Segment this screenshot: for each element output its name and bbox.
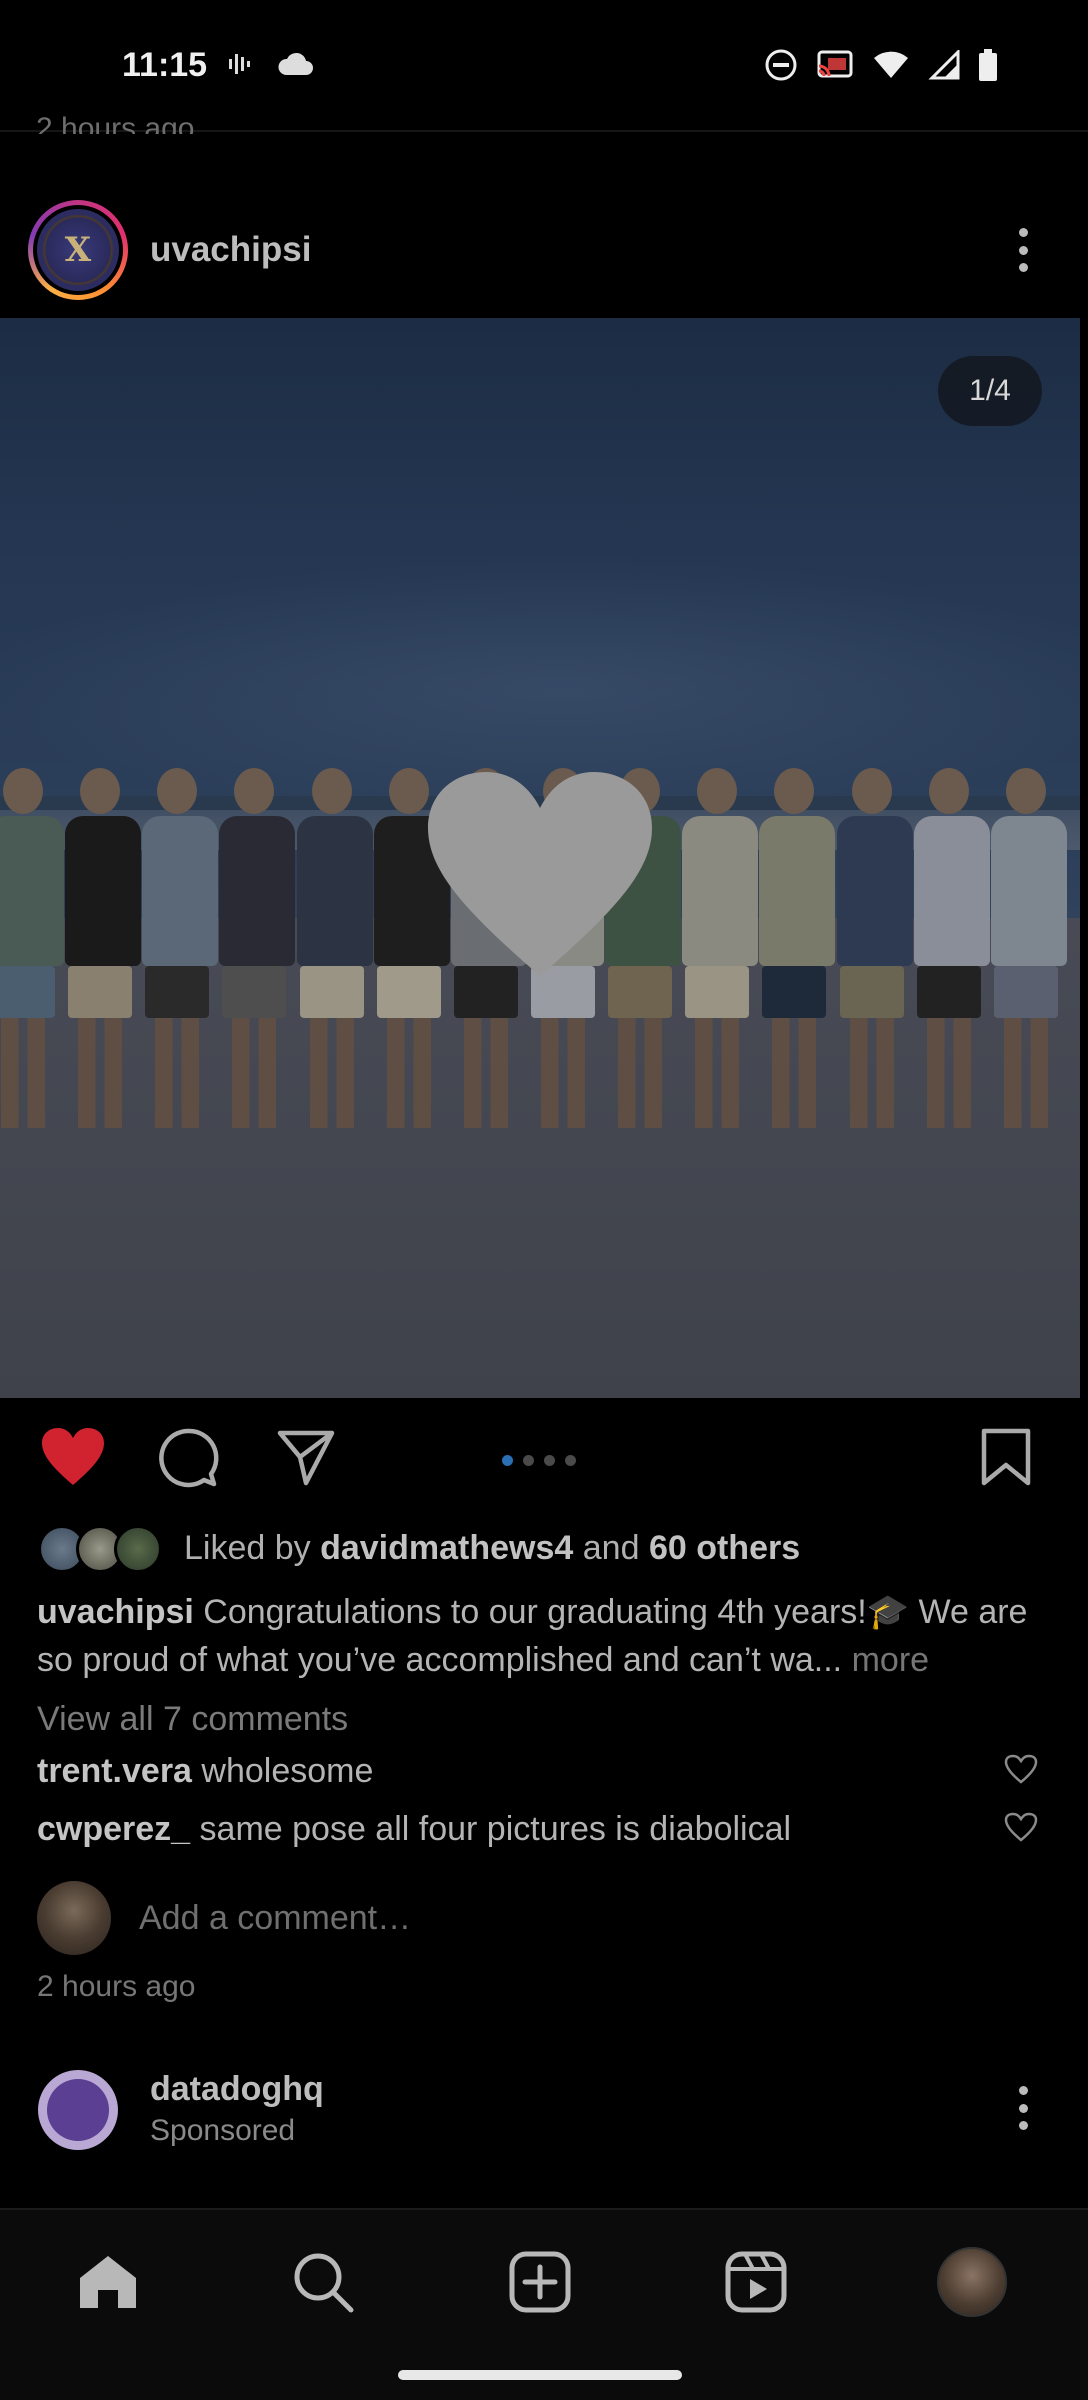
comment-like-heart-icon[interactable] [1004,1754,1038,1789]
more-options-icon[interactable] [1016,2086,1030,2130]
reels-icon[interactable] [716,2242,796,2322]
cloud-icon [276,51,314,82]
do-not-disturb-icon [764,48,798,87]
person-silhouette [297,768,373,1128]
carousel-dot [565,1455,576,1466]
post-avatar[interactable]: X [28,200,128,300]
likes-text: Liked by davidmathews4 and 60 others [184,1529,800,1568]
person-silhouette [142,768,218,1128]
post-avatar-crest: X [37,209,119,291]
comment-text: wholesome [201,1752,374,1790]
search-icon[interactable] [283,2242,363,2322]
previous-post-timestamp: 2 hours ago [36,112,195,134]
likes-connector: and [582,1528,640,1567]
sponsored-label: Sponsored [150,2114,296,2147]
likes-user[interactable]: davidmathews4 [320,1529,573,1567]
add-comment-input[interactable]: Add a comment… [139,1899,411,1938]
voicemail-icon [226,50,254,83]
post-username[interactable]: uvachipsi [150,230,311,270]
post-image[interactable]: 1/4 [0,318,1080,1398]
person-silhouette [0,768,64,1128]
more-options-icon[interactable] [1016,228,1030,272]
person-silhouette [914,768,990,1128]
comment-icon[interactable] [158,1427,220,1494]
comment-username[interactable]: cwperez_ [37,1810,190,1848]
person-silhouette [837,768,913,1128]
caption-more-link[interactable]: more [852,1641,929,1679]
person-silhouette [991,768,1067,1128]
profile-avatar[interactable] [932,2242,1012,2322]
person-silhouette [759,768,835,1128]
like-heart-icon[interactable] [40,1427,106,1492]
person-silhouette [219,768,295,1128]
person-silhouette [682,768,758,1128]
carousel-indicator [502,1455,576,1466]
post-timestamp: 2 hours ago [37,1970,196,2003]
carousel-dot [502,1455,513,1466]
post-caption: uvachipsi Congratulations to our graduat… [37,1588,1057,1684]
comment-item: trent.vera wholesome [37,1752,373,1791]
liker-avatars [38,1521,168,1575]
comment-item: cwperez_ same pose all four pictures is … [37,1810,791,1849]
caption-username[interactable]: uvachipsi [37,1593,194,1631]
battery-icon [978,49,998,86]
likes-prefix: Liked by [184,1528,311,1567]
create-icon[interactable] [500,2242,580,2322]
wifi-icon [872,50,910,85]
comment-text: same pose all four pictures is diabolica… [199,1810,792,1848]
post-header: X uvachipsi [0,190,1088,310]
carousel-dot [544,1455,555,1466]
avatar [114,1525,162,1573]
comment-like-heart-icon[interactable] [1004,1812,1038,1847]
home-indicator[interactable] [398,2370,682,2380]
share-icon[interactable] [276,1427,336,1492]
add-comment-row[interactable]: Add a comment… [37,1880,411,1956]
view-all-comments-link[interactable]: View all 7 comments [37,1700,348,1739]
likes-summary[interactable]: Liked by davidmathews4 and 60 others [38,1518,800,1578]
post-actions [0,1415,1088,1505]
comment-username[interactable]: trent.vera [37,1752,192,1790]
person-silhouette [65,768,141,1128]
avatar [37,1881,111,1955]
datadog-avatar[interactable] [38,2070,118,2150]
next-post-username[interactable]: datadoghq [150,2070,324,2109]
bottom-navigation [0,2208,1088,2400]
image-counter: 1/4 [938,356,1042,426]
signal-icon [928,48,960,85]
save-bookmark-icon[interactable] [980,1427,1032,1492]
carousel-dot [523,1455,534,1466]
likes-others[interactable]: 60 others [649,1529,800,1567]
cast-icon [816,49,854,86]
next-post-header: datadoghq Sponsored [0,2060,1088,2170]
home-icon[interactable] [68,2242,148,2322]
double-tap-heart-icon [428,772,652,976]
status-time: 11:15 [122,46,208,84]
